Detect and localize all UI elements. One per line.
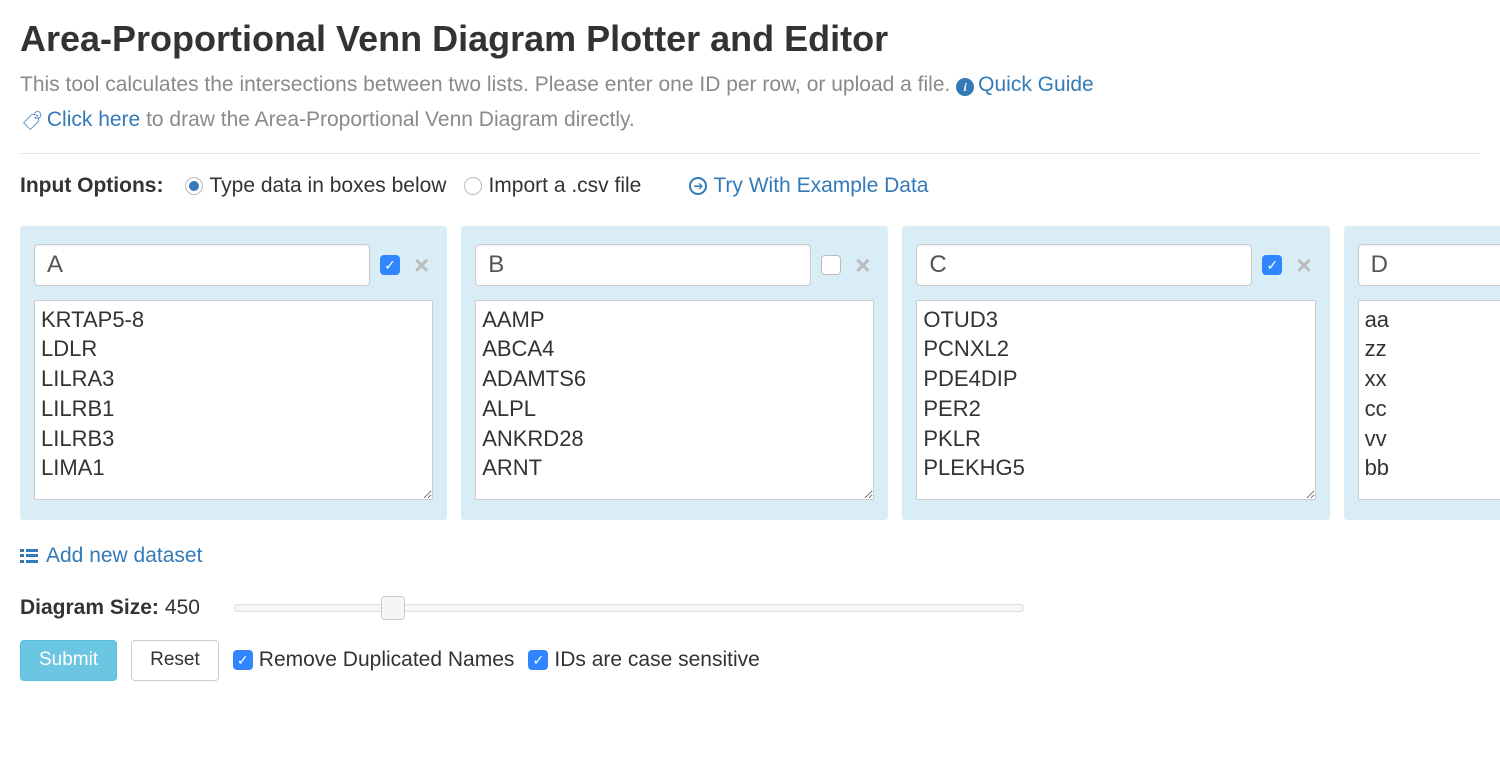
- diagram-size-row: Diagram Size:450: [20, 596, 1480, 620]
- dataset-panels: × × × ×: [20, 226, 1480, 520]
- radio-type-label: Type data in boxes below: [209, 174, 446, 198]
- page-title: Area-Proportional Venn Diagram Plotter a…: [20, 18, 1480, 60]
- remove-duplicates-label: Remove Duplicated Names: [259, 648, 515, 672]
- arrow-right-circle-icon: ➔: [689, 177, 707, 195]
- radio-icon: [464, 177, 482, 195]
- click-here-link[interactable]: Click here: [47, 108, 140, 131]
- dataset-enabled-checkbox[interactable]: [821, 255, 841, 275]
- dataset-panel-a: ×: [20, 226, 447, 520]
- dataset-name-input[interactable]: [475, 244, 811, 286]
- dataset-textarea[interactable]: [34, 300, 433, 500]
- info-icon: i: [956, 73, 974, 96]
- case-sensitive-label: IDs are case sensitive: [554, 648, 759, 672]
- radio-import-label: Import a .csv file: [488, 174, 641, 198]
- add-dataset-link[interactable]: Add new dataset: [20, 544, 202, 568]
- subtitle-text: This tool calculates the intersections b…: [20, 73, 956, 96]
- radio-type-data[interactable]: Type data in boxes below: [185, 174, 446, 198]
- radio-import-csv[interactable]: Import a .csv file: [464, 174, 641, 198]
- list-icon: [20, 549, 38, 563]
- dataset-panel-d: ×: [1344, 226, 1500, 520]
- close-icon[interactable]: ×: [410, 252, 433, 278]
- dataset-textarea[interactable]: [1358, 300, 1500, 500]
- checkbox-icon: [528, 650, 548, 670]
- input-options-row: Input Options: Type data in boxes below …: [20, 174, 1480, 198]
- diagram-size-slider[interactable]: [234, 604, 1024, 612]
- diagram-size-value: 450: [165, 596, 200, 620]
- panel-head: ×: [34, 244, 433, 286]
- dataset-name-input[interactable]: [916, 244, 1252, 286]
- example-data-link[interactable]: ➔ Try With Example Data: [689, 174, 928, 198]
- panel-head: ×: [1358, 244, 1500, 286]
- dataset-name-input[interactable]: [34, 244, 370, 286]
- page-subtitle: This tool calculates the intersections b…: [20, 70, 1480, 99]
- panel-head: ×: [475, 244, 874, 286]
- reset-button[interactable]: Reset: [131, 640, 219, 681]
- remove-duplicates-option[interactable]: Remove Duplicated Names: [233, 648, 515, 672]
- dataset-panel-b: ×: [461, 226, 888, 520]
- dataset-enabled-checkbox[interactable]: [380, 255, 400, 275]
- dataset-panel-c: ×: [902, 226, 1329, 520]
- example-link-label: Try With Example Data: [713, 174, 928, 198]
- action-row: Submit Reset Remove Duplicated Names IDs…: [20, 640, 1480, 681]
- close-icon[interactable]: ×: [851, 252, 874, 278]
- diagram-size-label: Diagram Size:: [20, 596, 159, 620]
- case-sensitive-option[interactable]: IDs are case sensitive: [528, 648, 759, 672]
- submit-button[interactable]: Submit: [20, 640, 117, 681]
- page-subtitle-2: 🏷Click here to draw the Area-Proportiona…: [20, 105, 1480, 134]
- dataset-textarea[interactable]: [475, 300, 874, 500]
- add-dataset-label: Add new dataset: [46, 544, 202, 568]
- close-icon[interactable]: ×: [1292, 252, 1315, 278]
- tag-icon: 🏷: [20, 108, 43, 131]
- quick-guide-link[interactable]: Quick Guide: [978, 73, 1094, 96]
- divider: [20, 153, 1480, 154]
- panel-head: ×: [916, 244, 1315, 286]
- checkbox-icon: [233, 650, 253, 670]
- dataset-name-input[interactable]: [1358, 244, 1500, 286]
- dataset-enabled-checkbox[interactable]: [1262, 255, 1282, 275]
- radio-icon: [185, 177, 203, 195]
- dataset-textarea[interactable]: [916, 300, 1315, 500]
- click-here-rest: to draw the Area-Proportional Venn Diagr…: [140, 108, 635, 131]
- input-options-label: Input Options:: [20, 174, 163, 198]
- slider-handle[interactable]: [381, 596, 405, 620]
